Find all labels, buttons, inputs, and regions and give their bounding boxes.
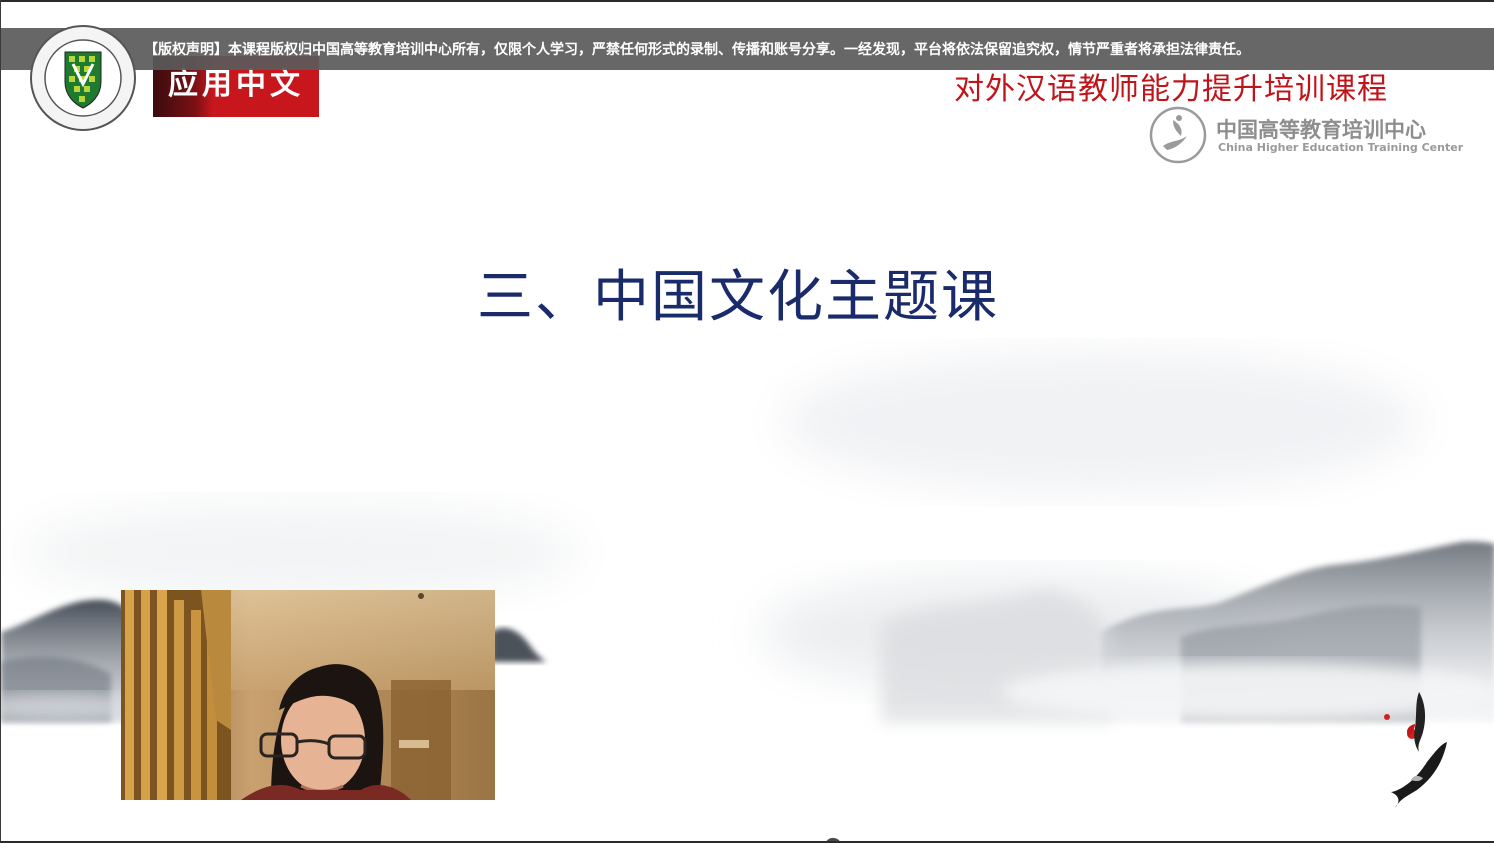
webcam-feed [121, 590, 495, 800]
copyright-notice-text: 【版权声明】本课程版权归中国高等教育培训中心所有，仅限个人学习，严禁任何形式的录… [144, 42, 1250, 58]
course-title: 对外汉语教师能力提升培训课程 [954, 72, 1388, 107]
training-center-name-cn: 中国高等教育培训中心 [1216, 118, 1426, 142]
training-center-name-en: China Higher Education Training Center [1218, 141, 1464, 154]
decorative-mark [826, 837, 840, 841]
webcam-video-overlay[interactable] [121, 590, 495, 800]
koi-fish-icon [1384, 692, 1447, 808]
training-center-logo: 中国高等教育培训中心 China Higher Education Traini… [1149, 106, 1463, 166]
university-seal-icon [30, 25, 136, 131]
copyright-notice-bar: 【版权声明】本课程版权归中国高等教育培训中心所有，仅限个人学习，严禁任何形式的录… [1, 28, 1494, 70]
training-center-logo-icon [1149, 106, 1207, 164]
presentation-slide: 【版权声明】本课程版权归中国高等教育培训中心所有，仅限个人学习，严禁任何形式的录… [1, 2, 1494, 841]
